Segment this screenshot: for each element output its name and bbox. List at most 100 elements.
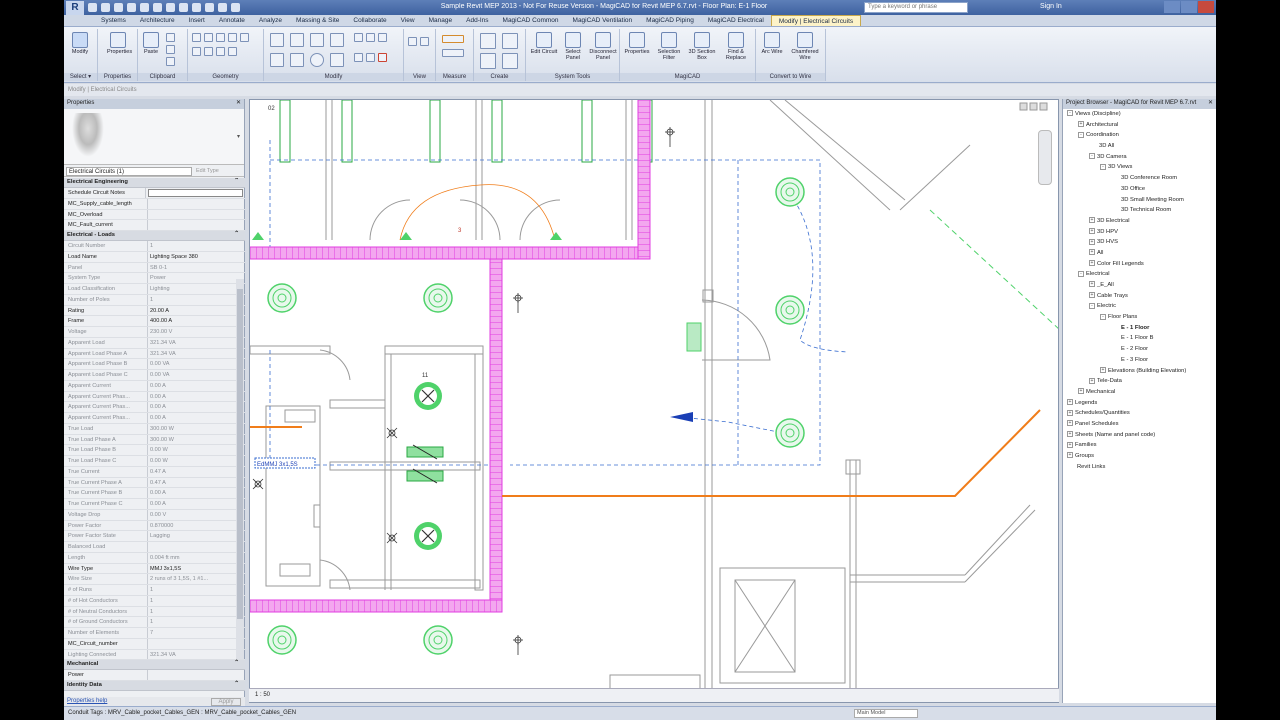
property-row[interactable]: Panel SB 0-1 [64,262,245,274]
light-fixture-icon[interactable] [423,625,453,655]
browser-item[interactable]: 3D All [1063,141,1216,152]
property-row[interactable]: MC_Fault_current [64,220,245,231]
save-icon[interactable] [101,3,110,12]
property-row[interactable]: True Load 300.00 W [64,423,245,435]
tab-insert[interactable]: Insert [182,15,212,26]
text-icon[interactable] [179,3,188,12]
tab-view[interactable]: View [394,15,422,26]
apply-button[interactable]: Apply [211,698,241,706]
property-value[interactable]: Lighting Space 380 [148,252,245,262]
browser-item[interactable]: - Electrical [1063,269,1216,280]
light-fixture-icon[interactable] [775,295,805,325]
browser-item[interactable]: E - 1 Floor B [1063,333,1216,344]
property-row[interactable]: True Current Phase B 0.00 A [64,488,245,499]
array-icon[interactable] [354,53,363,62]
property-row[interactable]: Schedule Circuit Notes [64,188,245,199]
property-row[interactable]: Rating 20.00 A [64,305,245,317]
property-row[interactable]: Apparent Load Phase C 0.00 VA [64,370,245,381]
browser-item[interactable]: 3D Small Meeting Room [1063,195,1216,206]
move-icon[interactable] [270,53,284,67]
expand-icon[interactable]: + [1089,228,1095,235]
browser-item[interactable]: + All [1063,248,1216,259]
sign-in-button[interactable]: Sign In [1040,3,1062,10]
property-row[interactable]: Circuit Number 1 [64,241,245,252]
browser-item[interactable]: + Sheets (Name and panel code) [1063,430,1216,441]
browser-item[interactable]: E - 3 Floor [1063,355,1216,366]
scale-icon[interactable] [366,53,375,62]
copy-icon[interactable] [166,45,175,54]
property-row[interactable]: Apparent Current Phas... 0.00 A [64,413,245,424]
property-value[interactable] [148,199,245,209]
property-row[interactable]: Number of Poles 1 [64,294,245,306]
remove-paint-icon[interactable] [228,47,237,56]
scrollbar-thumb[interactable] [237,289,243,619]
browser-item[interactable]: +3D HPV [1063,227,1216,238]
measure-ruler-icon[interactable] [442,35,464,43]
measure-icon[interactable] [153,3,162,12]
property-row[interactable]: True Current Phase C 0.00 A [64,499,245,510]
property-group-header[interactable]: Electrical - Loads ⌃ [64,231,245,241]
collapse-icon[interactable]: ⌃ [234,231,239,237]
property-row[interactable]: Wire Size 2 runs of 3 1,5S, 1 #1... [64,574,245,585]
tab-systems[interactable]: Systems [94,15,133,26]
expand-icon[interactable]: + [1089,377,1095,384]
collapse-icon[interactable]: - [1078,131,1084,138]
browser-item[interactable]: + Families [1063,440,1216,451]
browser-item[interactable]: + Legends [1063,398,1216,409]
property-row[interactable]: True Load Phase C 0.00 W [64,456,245,467]
property-row[interactable]: True Load Phase A 300.00 W [64,434,245,446]
create-parts-icon[interactable] [502,33,518,49]
properties-help-link[interactable]: Properties help [67,698,107,704]
expand-icon[interactable]: + [1067,420,1073,427]
tab-manage[interactable]: Manage [422,15,460,26]
tab-analyze[interactable]: Analyze [252,15,289,26]
property-row[interactable]: Apparent Load 321.34 VA [64,337,245,349]
tab-collaborate[interactable]: Collaborate [346,15,393,26]
edit-type-button[interactable]: Edit Type [196,167,240,176]
section-box-button[interactable]: 3D Section Box [686,32,718,61]
collapse-icon[interactable]: - [1089,153,1095,160]
expand-icon[interactable]: + [1089,217,1095,224]
thin-lines-icon[interactable] [218,3,227,12]
property-row[interactable]: Load Name Lighting Space 380 [64,251,245,263]
switch-fixture-icon[interactable] [406,468,444,484]
property-value[interactable] [148,210,245,220]
close-hidden-icon[interactable] [231,3,240,12]
property-row[interactable]: MC_Circuit_number [64,638,245,650]
tab-magicad-common[interactable]: MagiCAD Common [496,15,566,26]
property-row[interactable]: Voltage Drop 0.00 V [64,509,245,521]
expand-icon[interactable]: + [1067,409,1073,416]
collapse-icon[interactable]: ⌃ [234,660,239,666]
trim-extend-icon[interactable] [330,53,344,67]
align-icon[interactable] [270,33,284,47]
tag-icon[interactable] [166,3,175,12]
property-row[interactable]: Apparent Load Phase B 0.00 VA [64,359,245,370]
maximize-button[interactable] [1181,1,1197,13]
property-row[interactable]: Wire Type MMJ 3x1,5S [64,563,245,575]
modify-button[interactable]: Modify [69,32,91,55]
collapse-icon[interactable]: ⌃ [234,681,239,687]
property-row[interactable]: True Load Phase B 0.00 W [64,445,245,456]
light-fixture-icon[interactable] [775,418,805,448]
split-icon[interactable] [354,33,363,42]
expand-icon[interactable]: + [1078,121,1084,128]
find-replace-button[interactable]: Find & Replace [720,32,752,61]
tab-architecture[interactable]: Architecture [133,15,182,26]
browser-item[interactable]: 3D Office [1063,184,1216,195]
browser-item[interactable]: Revit Links [1063,462,1216,473]
browser-item[interactable]: + Panel Schedules [1063,419,1216,430]
dimension-icon[interactable] [442,49,464,57]
collapse-icon[interactable]: - [1089,302,1095,309]
browser-item[interactable]: - Coordination [1063,130,1216,141]
cut-geometry-icon[interactable] [204,33,213,42]
property-row[interactable]: Voltage 230.00 V [64,327,245,338]
property-row[interactable]: Length 0.004 ft mm [64,552,245,564]
browser-item[interactable]: -3D Views [1063,162,1216,173]
switch-fixture-icon[interactable] [406,444,444,460]
revit-logo-icon[interactable]: R [66,1,84,15]
property-row[interactable]: Apparent Current 0.00 A [64,380,245,392]
browser-item[interactable]: - Views (Discipline) [1063,109,1216,120]
browser-item[interactable]: + Architectural [1063,120,1216,131]
join-icon[interactable] [216,33,225,42]
view-scale[interactable]: 1 : 50 [255,692,270,698]
